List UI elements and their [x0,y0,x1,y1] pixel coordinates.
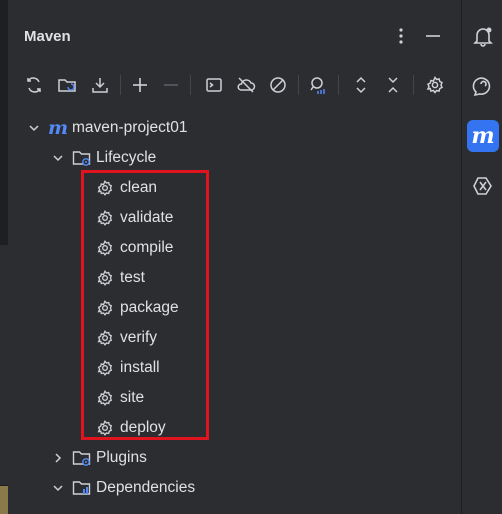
maven-tool-window-icon[interactable]: m [467,120,499,152]
download-sources-icon[interactable] [88,72,112,98]
toolbar-separator [338,75,339,95]
skip-tests-icon[interactable] [266,72,290,98]
toolbar-separator [413,75,414,95]
editor-gutter-strip [0,0,8,514]
tree-node-project[interactable]: m maven-project01 [26,115,187,141]
tree-node-lifecycle[interactable]: Lifecycle [50,145,156,171]
maven-toolbar [8,72,461,98]
toolbar-separator [190,75,191,95]
project-label: maven-project01 [72,119,188,136]
gutter-selection-marker [0,486,8,514]
collapse-all-icon[interactable] [381,72,405,98]
gutter-area [0,245,8,485]
lifecycle-folder-icon [72,148,94,168]
maven-project-icon: m [48,117,69,139]
dependencies-folder-icon [72,478,94,498]
notifications-icon[interactable] [467,20,499,52]
toggle-offline-icon[interactable] [234,72,258,98]
maven-tool-window: Maven m maven-project01 Lifecycle clean … [8,0,461,514]
chevron-down-icon[interactable] [50,480,66,496]
execute-goal-icon[interactable] [202,72,226,98]
settings-icon[interactable] [423,72,447,98]
plugins-folder-icon [72,448,94,468]
plugin-tool-icon[interactable] [467,170,499,202]
analyze-dependencies-icon[interactable] [306,72,330,98]
maven-m-glyph: m [471,123,495,149]
chevron-right-icon[interactable] [50,450,66,466]
lifecycle-label: Lifecycle [96,149,157,166]
minimize-icon[interactable] [421,22,445,50]
reload-all-projects-icon[interactable] [22,72,46,98]
tree-node-plugins[interactable]: Plugins [50,445,147,471]
add-project-icon[interactable] [128,72,152,98]
toolbar-separator [120,75,121,95]
tree-node-dependencies[interactable]: Dependencies [50,475,195,501]
tool-window-header: Maven [8,0,461,74]
plugins-label: Plugins [96,449,147,466]
ai-assistant-icon[interactable] [467,70,499,102]
more-vertical-icon[interactable] [389,22,413,50]
highlight-annotation-box [81,170,209,440]
generate-sources-icon[interactable] [55,72,79,98]
expand-all-icon[interactable] [349,72,373,98]
toolbar-separator [298,75,299,95]
remove-project-icon[interactable] [159,72,183,98]
tool-window-title: Maven [24,28,71,45]
right-tool-window-bar: m [462,0,502,514]
chevron-down-icon[interactable] [50,150,66,166]
dependencies-label: Dependencies [96,479,196,496]
chevron-down-icon[interactable] [26,120,42,136]
